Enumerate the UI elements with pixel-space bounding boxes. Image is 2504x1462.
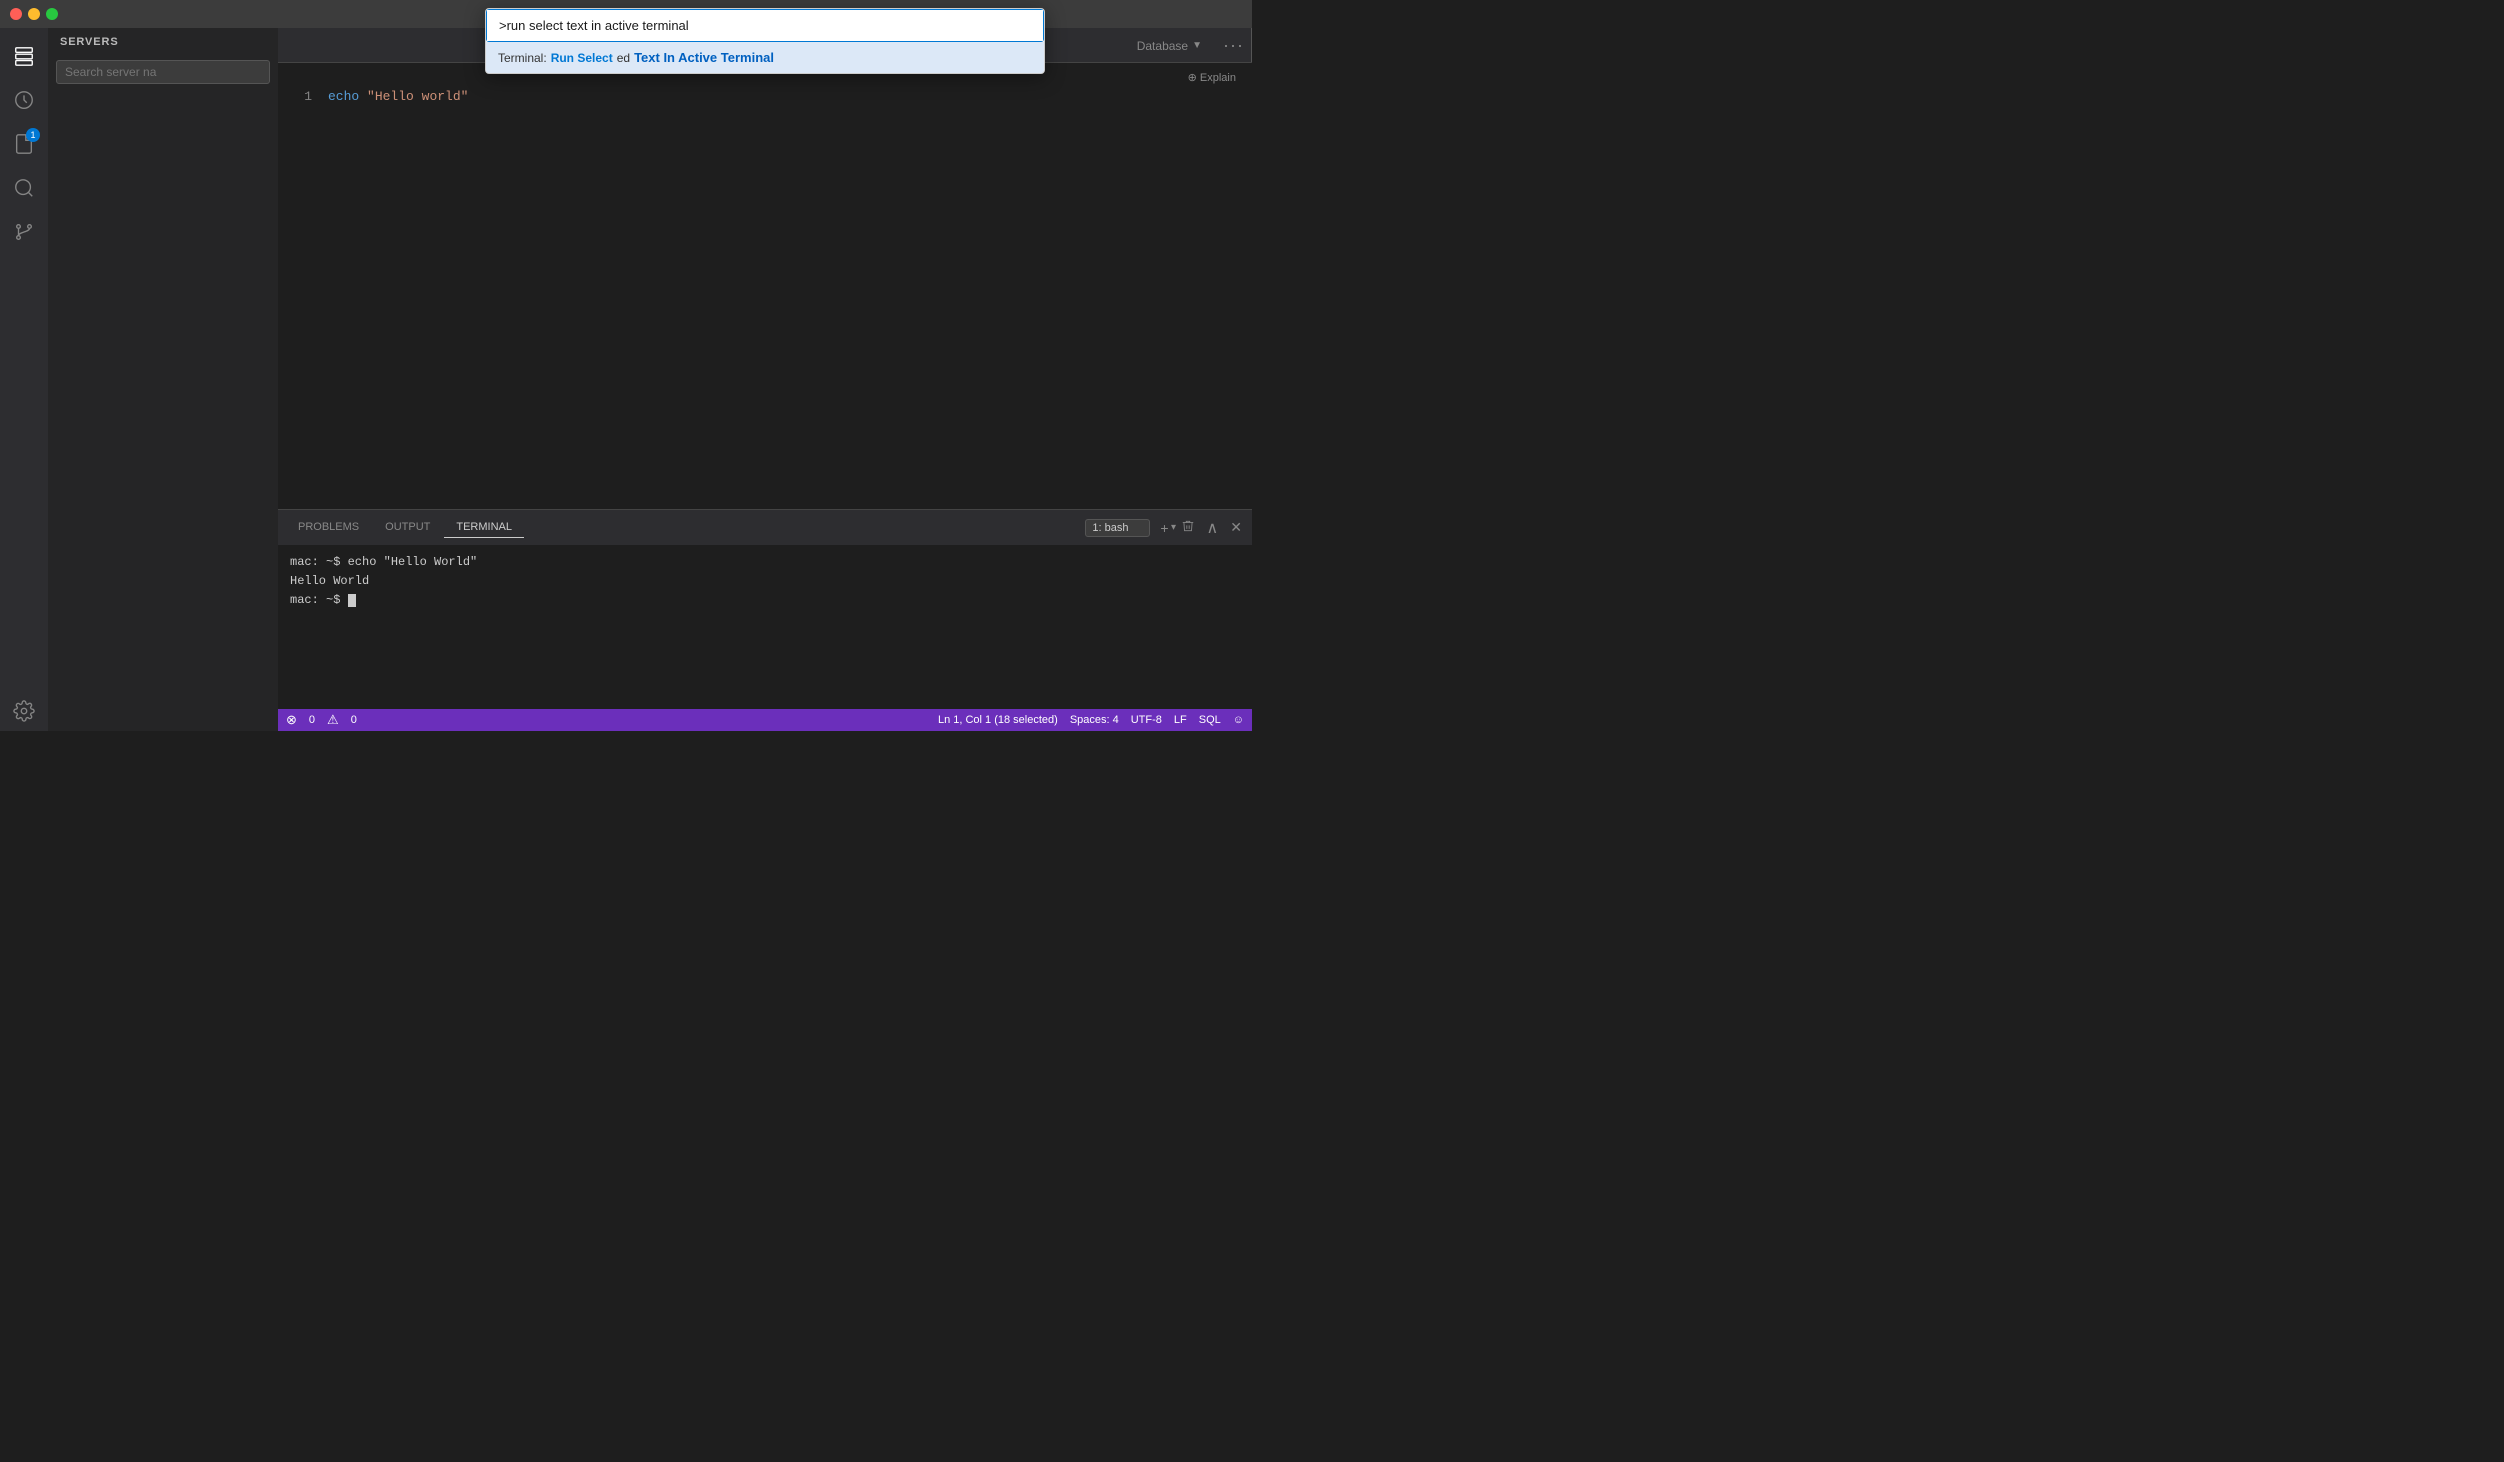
- encoding-indicator[interactable]: UTF-8: [1131, 714, 1162, 726]
- result-prefix: Terminal:: [498, 51, 547, 65]
- command-palette-input-wrapper: [486, 9, 1044, 42]
- sidebar-header: SERVERS: [48, 28, 278, 56]
- result-match-normal: Run Select: [551, 51, 613, 65]
- editor-area: ⊕ Explain 1 echo "Hello world": [278, 63, 1252, 509]
- window-controls: [10, 8, 58, 20]
- content-area: Database ▼ ··· ⊕ Explain 1 echo: [278, 28, 1252, 731]
- sidebar: SERVERS: [48, 28, 278, 731]
- editor-code[interactable]: echo "Hello world": [328, 71, 1252, 501]
- terminal-maximize-button[interactable]: ∧: [1205, 516, 1221, 540]
- tab-problems[interactable]: PROBLEMS: [286, 517, 371, 538]
- code-string-value: "Hello world": [367, 87, 468, 108]
- sidebar-item-search[interactable]: [4, 168, 44, 208]
- minimize-window-button[interactable]: [28, 8, 40, 20]
- terminal-panel: PROBLEMS OUTPUT TERMINAL 1: bash ▾ +: [278, 509, 1252, 709]
- command-palette-input[interactable]: [487, 10, 1043, 41]
- sidebar-item-git[interactable]: [4, 212, 44, 252]
- terminal-add-button[interactable]: +: [1158, 518, 1170, 538]
- more-options-button[interactable]: ···: [1223, 35, 1244, 56]
- code-echo-keyword: echo: [328, 87, 359, 108]
- main-layout: 1 SERVERS: [0, 28, 1252, 731]
- sidebar-item-files[interactable]: 1: [4, 124, 44, 164]
- close-window-button[interactable]: [10, 8, 22, 20]
- activity-bar: 1: [0, 28, 48, 731]
- terminal-close-button[interactable]: ✕: [1228, 517, 1244, 538]
- database-label: Database: [1137, 39, 1188, 53]
- sidebar-item-settings[interactable]: [4, 691, 44, 731]
- error-count: 0: [309, 714, 315, 726]
- tab-output[interactable]: OUTPUT: [373, 517, 442, 538]
- dropdown-icon: ▼: [1192, 40, 1202, 51]
- command-palette-result-item[interactable]: Terminal: Run Select ed Text In Active Te…: [486, 42, 1044, 73]
- terminal-tabs-bar: PROBLEMS OUTPUT TERMINAL 1: bash ▾ +: [278, 510, 1252, 545]
- terminal-line-3: mac: ~$: [290, 591, 1240, 610]
- result-suffix: ed: [617, 51, 630, 65]
- database-selector[interactable]: Database ▼: [1137, 28, 1202, 63]
- terminal-chevron-icon: ▾: [1171, 522, 1176, 533]
- warning-count: 0: [351, 714, 357, 726]
- terminal-line-2: Hello World: [290, 572, 1240, 591]
- smiley-icon: ☺: [1233, 714, 1244, 726]
- language-indicator[interactable]: SQL: [1199, 714, 1221, 726]
- command-palette: Terminal: Run Select ed Text In Active Te…: [485, 8, 1045, 74]
- spaces-indicator[interactable]: Spaces: 4: [1070, 714, 1119, 726]
- files-badge: 1: [26, 128, 40, 142]
- search-server-input[interactable]: [56, 60, 270, 84]
- terminal-delete-button[interactable]: [1179, 517, 1197, 538]
- cursor-position[interactable]: Ln 1, Col 1 (18 selected): [938, 714, 1058, 726]
- maximize-window-button[interactable]: [46, 8, 58, 20]
- line-ending-indicator[interactable]: LF: [1174, 714, 1187, 726]
- terminal-session-select[interactable]: 1: bash: [1085, 519, 1150, 537]
- terminal-body[interactable]: mac: ~$ echo "Hello World" Hello World m…: [278, 545, 1252, 709]
- sidebar-item-history[interactable]: [4, 80, 44, 120]
- result-match-blue: Text In Active Terminal: [634, 50, 774, 65]
- terminal-cursor: [348, 594, 356, 607]
- tab-terminal[interactable]: TERMINAL: [444, 517, 524, 538]
- status-right: Ln 1, Col 1 (18 selected) Spaces: 4 UTF-…: [938, 714, 1244, 726]
- command-palette-results: Terminal: Run Select ed Text In Active Te…: [486, 42, 1044, 73]
- error-icon: ⊗: [286, 712, 297, 728]
- sidebar-item-servers[interactable]: [4, 36, 44, 76]
- line-numbers: 1: [278, 71, 328, 501]
- warning-icon: ⚠: [327, 712, 339, 728]
- status-bar: ⊗ 0 ⚠ 0 Ln 1, Col 1 (18 selected) Spaces…: [278, 709, 1252, 731]
- line-number-1: 1: [278, 87, 312, 108]
- terminal-line-1: mac: ~$ echo "Hello World": [290, 553, 1240, 572]
- explain-button[interactable]: ⊕ Explain: [1188, 71, 1236, 84]
- code-line-1: echo "Hello world": [328, 87, 1252, 108]
- explain-toolbar: ⊕ Explain: [1188, 71, 1236, 84]
